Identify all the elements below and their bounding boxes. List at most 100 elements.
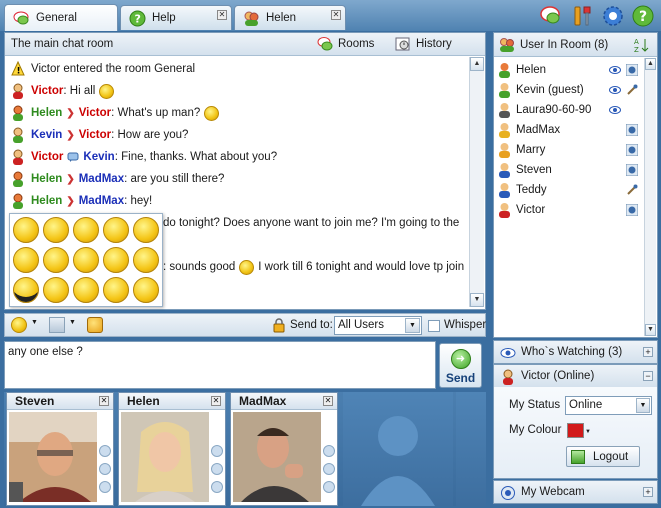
chevron-down-icon[interactable]: ▼: [636, 398, 650, 413]
recipient-name[interactable]: Victor: [79, 129, 111, 141]
speaker-icon[interactable]: [211, 481, 223, 493]
webcam-icon[interactable]: [626, 144, 638, 156]
expand-icon[interactable]: +: [643, 487, 653, 497]
sad-icon[interactable]: [133, 217, 159, 243]
webcam-icon[interactable]: [626, 204, 638, 216]
user-info-icon[interactable]: [99, 463, 111, 475]
logout-button[interactable]: Logout: [566, 446, 640, 467]
svg-text:Z: Z: [634, 46, 639, 53]
zoom-in-icon[interactable]: [99, 445, 111, 457]
laugh-icon[interactable]: [103, 247, 129, 273]
format-icon[interactable]: [49, 317, 65, 333]
blush-icon[interactable]: [73, 247, 99, 273]
eye-icon[interactable]: [609, 64, 621, 76]
help-icon[interactable]: ?: [632, 5, 654, 27]
user-row-madmax[interactable]: MadMax: [498, 120, 642, 140]
kiss-icon[interactable]: [133, 277, 159, 303]
tab-general[interactable]: General: [4, 4, 118, 31]
sender-name[interactable]: Kevin: [31, 129, 62, 141]
grin-icon[interactable]: [43, 217, 69, 243]
user-row-victor[interactable]: Victor: [498, 200, 642, 220]
scroll-down-icon[interactable]: ▼: [470, 293, 484, 307]
recipient-name[interactable]: Kevin: [83, 151, 114, 163]
recipient-name[interactable]: Victor: [79, 107, 111, 119]
user-row-marry[interactable]: Marry: [498, 140, 642, 160]
tab-help[interactable]: ? Help ✕: [120, 5, 232, 30]
status-select[interactable]: Online ▼: [565, 396, 652, 415]
zoom-in-icon[interactable]: [323, 445, 335, 457]
profile-header[interactable]: Victor (Online) −: [493, 364, 658, 388]
close-tab-icon[interactable]: ✕: [217, 10, 227, 20]
sender-name[interactable]: Helen: [31, 173, 62, 185]
zoom-in-icon[interactable]: [211, 445, 223, 457]
chevron-down-icon[interactable]: ▼: [69, 319, 76, 326]
sender-name[interactable]: Victor: [31, 85, 63, 97]
my-webcam-header[interactable]: My Webcam +: [493, 480, 658, 504]
list-item: Victor Kevin: Fine, thanks. What about y…: [7, 146, 469, 168]
history-button[interactable]: History: [395, 36, 452, 52]
sender-name[interactable]: Victor: [31, 151, 63, 163]
mic-icon[interactable]: [626, 184, 638, 196]
rooms-button[interactable]: Rooms: [317, 36, 374, 52]
user-info-icon[interactable]: [323, 463, 335, 475]
user-row-teddy[interactable]: Teddy: [498, 180, 642, 200]
close-tab-icon[interactable]: ✕: [331, 10, 341, 20]
close-icon[interactable]: ✕: [99, 396, 109, 406]
tools-icon[interactable]: [572, 5, 594, 27]
webcam-icon[interactable]: [626, 124, 638, 136]
tab-helen[interactable]: Helen ✕: [234, 5, 346, 30]
sort-az-icon[interactable]: AZ: [634, 37, 649, 53]
sender-name[interactable]: Helen: [31, 107, 62, 119]
users-scrollbar[interactable]: ▲ ▼: [644, 58, 656, 336]
chevron-down-icon[interactable]: ▼: [585, 429, 591, 435]
user-row-steven[interactable]: Steven: [498, 160, 642, 180]
whos-watching-header[interactable]: Who`s Watching (3) +: [493, 340, 658, 364]
speaker-icon[interactable]: [323, 481, 335, 493]
worried-icon[interactable]: [73, 277, 99, 303]
user-name: MadMax: [516, 124, 561, 136]
smiley-icon[interactable]: [13, 217, 39, 243]
cool-icon[interactable]: [13, 277, 39, 303]
chat-bubbles-icon[interactable]: [540, 5, 562, 27]
send-button[interactable]: ➜ Send: [439, 343, 482, 388]
collapse-icon[interactable]: −: [643, 371, 653, 381]
message-text: Hi all: [69, 85, 96, 97]
confused-icon[interactable]: [43, 247, 69, 273]
tongue-icon[interactable]: [13, 247, 39, 273]
close-icon[interactable]: ✕: [211, 396, 221, 406]
wink-icon[interactable]: [73, 217, 99, 243]
chat-scrollbar[interactable]: ▲ ▼: [469, 57, 484, 307]
chevron-down-icon[interactable]: ▼: [405, 318, 420, 333]
frown-icon[interactable]: [103, 277, 129, 303]
webcam-icon[interactable]: [626, 64, 638, 76]
sender-name[interactable]: Helen: [31, 195, 62, 207]
angry-icon[interactable]: [43, 277, 69, 303]
surprised-icon[interactable]: [103, 217, 129, 243]
scroll-up-icon[interactable]: ▲: [645, 58, 656, 70]
scroll-up-icon[interactable]: ▲: [470, 57, 484, 71]
clear-icon[interactable]: [87, 317, 103, 333]
scroll-down-icon[interactable]: ▼: [645, 324, 656, 336]
eye-icon[interactable]: [609, 104, 621, 116]
settings-icon[interactable]: [602, 5, 624, 27]
user-info-icon[interactable]: [211, 463, 223, 475]
whisper-checkbox[interactable]: [428, 320, 440, 332]
emoticons-button[interactable]: [11, 317, 27, 333]
user-avatar-icon: [499, 83, 510, 98]
message-input[interactable]: any one else ?: [4, 341, 436, 389]
webcam-icon[interactable]: [626, 164, 638, 176]
send-to-select[interactable]: All Users ▼: [334, 316, 422, 335]
colour-picker[interactable]: [567, 423, 584, 438]
chevron-down-icon[interactable]: ▼: [31, 319, 38, 326]
recipient-name[interactable]: MadMax: [79, 173, 124, 185]
send-to-label: Send to:: [290, 319, 333, 331]
user-name: Steven: [516, 164, 552, 176]
eye-icon[interactable]: [609, 84, 621, 96]
mic-icon[interactable]: [626, 84, 638, 96]
recipient-name[interactable]: MadMax: [79, 195, 124, 207]
cry-icon[interactable]: [133, 247, 159, 273]
svg-text:?: ?: [639, 9, 647, 25]
close-icon[interactable]: ✕: [323, 396, 333, 406]
expand-icon[interactable]: +: [643, 347, 653, 357]
speaker-icon[interactable]: [99, 481, 111, 493]
